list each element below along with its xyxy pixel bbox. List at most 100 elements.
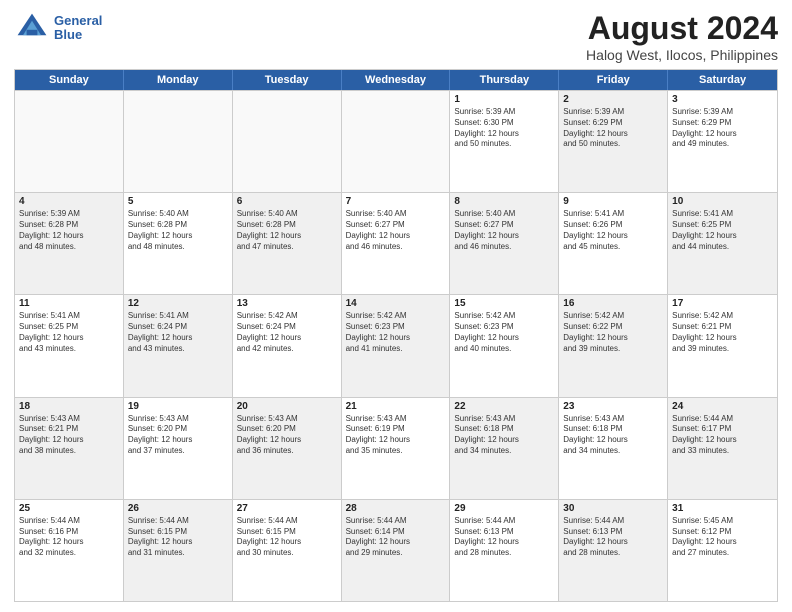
day-number: 16	[563, 298, 663, 309]
day-number: 20	[237, 401, 337, 412]
day-number: 6	[237, 196, 337, 207]
day-number: 3	[672, 94, 773, 105]
day-number: 27	[237, 503, 337, 514]
day-cell-13: 13 Sunrise: 5:42 AM Sunset: 6:24 PM Dayli…	[233, 295, 342, 396]
day-cell-2: 2Sunrise: 5:39 AM Sunset: 6:29 PM Daylig…	[559, 91, 668, 192]
day-info: Sunrise: 5:39 AM Sunset: 6:28 PM Dayligh…	[19, 209, 119, 252]
day-cell-1: 1Sunrise: 5:39 AM Sunset: 6:30 PM Daylig…	[450, 91, 559, 192]
day-info: Sunrise: 5:44 AM Sunset: 6:17 PM Dayligh…	[672, 414, 773, 457]
day-info: Sunrise: 5:40 AM Sunset: 6:28 PM Dayligh…	[237, 209, 337, 252]
day-cell-7: 7 Sunrise: 5:40 AM Sunset: 6:27 PM Daylig…	[342, 193, 451, 294]
day-cell-15: 15Sunrise: 5:42 AM Sunset: 6:23 PM Dayli…	[450, 295, 559, 396]
day-info: Sunrise: 5:40 AM Sunset: 6:27 PM Dayligh…	[346, 209, 446, 252]
day-info: Sunrise: 5:44 AM Sunset: 6:13 PM Dayligh…	[454, 516, 554, 559]
weekday-header-thursday: Thursday	[450, 70, 559, 90]
page-subtitle: Halog West, Ilocos, Philippines	[586, 47, 778, 63]
day-cell-9: 9Sunrise: 5:41 AM Sunset: 6:26 PM Daylig…	[559, 193, 668, 294]
day-number: 4	[19, 196, 119, 207]
day-cell-3: 3Sunrise: 5:39 AM Sunset: 6:29 PM Daylig…	[668, 91, 777, 192]
day-info: Sunrise: 5:41 AM Sunset: 6:24 PM Dayligh…	[128, 311, 228, 354]
day-number: 23	[563, 401, 663, 412]
day-info: Sunrise: 5:43 AM Sunset: 6:21 PM Dayligh…	[19, 414, 119, 457]
day-cell-14: 14 Sunrise: 5:42 AM Sunset: 6:23 PM Dayli…	[342, 295, 451, 396]
day-cell-21: 21Sunrise: 5:43 AM Sunset: 6:19 PM Dayli…	[342, 398, 451, 499]
day-cell-6: 6 Sunrise: 5:40 AM Sunset: 6:28 PM Daylig…	[233, 193, 342, 294]
day-info: Sunrise: 5:40 AM Sunset: 6:28 PM Dayligh…	[128, 209, 228, 252]
weekday-header-wednesday: Wednesday	[342, 70, 451, 90]
day-cell-24: 24 Sunrise: 5:44 AM Sunset: 6:17 PM Dayli…	[668, 398, 777, 499]
logo-text: General Blue	[54, 14, 102, 43]
day-cell-31: 31 Sunrise: 5:45 AM Sunset: 6:12 PM Dayli…	[668, 500, 777, 601]
header: General Blue August 2024 Halog West, Ilo…	[14, 10, 778, 63]
day-cell-29: 29Sunrise: 5:44 AM Sunset: 6:13 PM Dayli…	[450, 500, 559, 601]
logo-icon	[14, 10, 50, 46]
day-info: Sunrise: 5:45 AM Sunset: 6:12 PM Dayligh…	[672, 516, 773, 559]
day-info: Sunrise: 5:44 AM Sunset: 6:13 PM Dayligh…	[563, 516, 663, 559]
day-cell-27: 27 Sunrise: 5:44 AM Sunset: 6:15 PM Dayli…	[233, 500, 342, 601]
day-number: 14	[346, 298, 446, 309]
day-number: 22	[454, 401, 554, 412]
day-info: Sunrise: 5:43 AM Sunset: 6:20 PM Dayligh…	[237, 414, 337, 457]
day-number: 25	[19, 503, 119, 514]
day-number: 13	[237, 298, 337, 309]
day-cell-16: 16Sunrise: 5:42 AM Sunset: 6:22 PM Dayli…	[559, 295, 668, 396]
day-cell-28: 28Sunrise: 5:44 AM Sunset: 6:14 PM Dayli…	[342, 500, 451, 601]
day-cell-17: 17Sunrise: 5:42 AM Sunset: 6:21 PM Dayli…	[668, 295, 777, 396]
weekday-header-tuesday: Tuesday	[233, 70, 342, 90]
day-info: Sunrise: 5:43 AM Sunset: 6:20 PM Dayligh…	[128, 414, 228, 457]
day-cell-30: 30Sunrise: 5:44 AM Sunset: 6:13 PM Dayli…	[559, 500, 668, 601]
calendar-header: SundayMondayTuesdayWednesdayThursdayFrid…	[15, 70, 777, 90]
day-number: 24	[672, 401, 773, 412]
day-cell-11: 11 Sunrise: 5:41 AM Sunset: 6:25 PM Dayli…	[15, 295, 124, 396]
calendar-row-2: 11 Sunrise: 5:41 AM Sunset: 6:25 PM Dayli…	[15, 294, 777, 396]
day-cell-20: 20 Sunrise: 5:43 AM Sunset: 6:20 PM Dayli…	[233, 398, 342, 499]
calendar-row-1: 4 Sunrise: 5:39 AM Sunset: 6:28 PM Daylig…	[15, 192, 777, 294]
day-number: 11	[19, 298, 119, 309]
weekday-header-monday: Monday	[124, 70, 233, 90]
day-info: Sunrise: 5:39 AM Sunset: 6:30 PM Dayligh…	[454, 107, 554, 150]
day-number: 5	[128, 196, 228, 207]
calendar-body: 1Sunrise: 5:39 AM Sunset: 6:30 PM Daylig…	[15, 90, 777, 601]
day-cell-23: 23Sunrise: 5:43 AM Sunset: 6:18 PM Dayli…	[559, 398, 668, 499]
day-cell-26: 26 Sunrise: 5:44 AM Sunset: 6:15 PM Dayli…	[124, 500, 233, 601]
calendar-row-3: 18 Sunrise: 5:43 AM Sunset: 6:21 PM Dayli…	[15, 397, 777, 499]
day-number: 7	[346, 196, 446, 207]
empty-cell	[342, 91, 451, 192]
logo-line1: General	[54, 14, 102, 28]
day-info: Sunrise: 5:42 AM Sunset: 6:24 PM Dayligh…	[237, 311, 337, 354]
day-number: 8	[454, 196, 554, 207]
calendar-row-0: 1Sunrise: 5:39 AM Sunset: 6:30 PM Daylig…	[15, 90, 777, 192]
day-number: 26	[128, 503, 228, 514]
day-cell-12: 12Sunrise: 5:41 AM Sunset: 6:24 PM Dayli…	[124, 295, 233, 396]
day-number: 15	[454, 298, 554, 309]
logo-line2: Blue	[54, 28, 102, 42]
day-info: Sunrise: 5:44 AM Sunset: 6:14 PM Dayligh…	[346, 516, 446, 559]
calendar: SundayMondayTuesdayWednesdayThursdayFrid…	[14, 69, 778, 602]
day-cell-4: 4 Sunrise: 5:39 AM Sunset: 6:28 PM Daylig…	[15, 193, 124, 294]
day-cell-25: 25 Sunrise: 5:44 AM Sunset: 6:16 PM Dayli…	[15, 500, 124, 601]
day-number: 31	[672, 503, 773, 514]
day-number: 21	[346, 401, 446, 412]
day-info: Sunrise: 5:44 AM Sunset: 6:16 PM Dayligh…	[19, 516, 119, 559]
day-info: Sunrise: 5:43 AM Sunset: 6:18 PM Dayligh…	[454, 414, 554, 457]
day-cell-22: 22 Sunrise: 5:43 AM Sunset: 6:18 PM Dayli…	[450, 398, 559, 499]
page: General Blue August 2024 Halog West, Ilo…	[0, 0, 792, 612]
day-number: 2	[563, 94, 663, 105]
day-number: 17	[672, 298, 773, 309]
day-number: 18	[19, 401, 119, 412]
day-info: Sunrise: 5:40 AM Sunset: 6:27 PM Dayligh…	[454, 209, 554, 252]
day-cell-18: 18 Sunrise: 5:43 AM Sunset: 6:21 PM Dayli…	[15, 398, 124, 499]
day-info: Sunrise: 5:41 AM Sunset: 6:26 PM Dayligh…	[563, 209, 663, 252]
calendar-row-4: 25 Sunrise: 5:44 AM Sunset: 6:16 PM Dayli…	[15, 499, 777, 601]
day-info: Sunrise: 5:44 AM Sunset: 6:15 PM Dayligh…	[237, 516, 337, 559]
day-info: Sunrise: 5:41 AM Sunset: 6:25 PM Dayligh…	[19, 311, 119, 354]
empty-cell	[15, 91, 124, 192]
day-info: Sunrise: 5:44 AM Sunset: 6:15 PM Dayligh…	[128, 516, 228, 559]
day-info: Sunrise: 5:42 AM Sunset: 6:23 PM Dayligh…	[346, 311, 446, 354]
day-number: 10	[672, 196, 773, 207]
page-title: August 2024	[586, 10, 778, 47]
empty-cell	[233, 91, 342, 192]
day-info: Sunrise: 5:41 AM Sunset: 6:25 PM Dayligh…	[672, 209, 773, 252]
day-cell-8: 8 Sunrise: 5:40 AM Sunset: 6:27 PM Daylig…	[450, 193, 559, 294]
day-number: 19	[128, 401, 228, 412]
